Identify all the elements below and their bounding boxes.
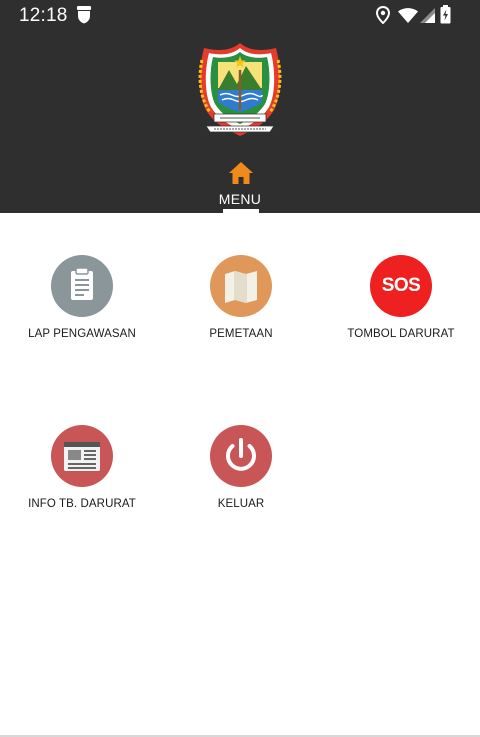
clipboard-icon (51, 255, 113, 317)
home-icon[interactable] (229, 162, 253, 184)
menu-item-label: TOMBOL DARURAT (347, 328, 455, 340)
menu-item-info-tb-darurat[interactable]: INFO TB. DARURAT (2, 425, 162, 535)
menu-item-lap-pengawasan[interactable]: LAP PENGAWASAN (2, 255, 162, 365)
battery-icon (440, 5, 451, 24)
tab-menu[interactable]: MENU (0, 191, 480, 207)
newspaper-icon (51, 425, 113, 487)
wifi-icon (398, 8, 418, 23)
jawa-tengah-emblem-icon (198, 43, 282, 136)
tab-indicator (223, 209, 259, 213)
signal-icon (420, 8, 435, 23)
app-header: 12:18 MENU (0, 0, 480, 213)
menu-item-label: KELUAR (217, 498, 265, 510)
map-icon (210, 255, 272, 317)
power-icon (210, 425, 272, 487)
status-icons (374, 5, 464, 25)
menu-item-label: PEMETAAN (209, 328, 273, 340)
notification-shield-icon (77, 6, 91, 24)
sos-icon-text: SOS (381, 275, 421, 296)
status-bar: 12:18 (0, 0, 480, 30)
sos-icon: SOS (370, 255, 432, 317)
menu-item-label: LAP PENGAWASAN (28, 328, 136, 340)
location-icon (376, 6, 390, 24)
menu-item-pemetaan[interactable]: PEMETAAN (161, 255, 321, 365)
menu-item-keluar[interactable]: KELUAR (161, 425, 321, 535)
menu-item-label: INFO TB. DARURAT (28, 498, 136, 510)
status-time: 12:18 (19, 5, 68, 26)
menu-item-tombol-darurat[interactable]: SOS TOMBOL DARURAT (321, 255, 480, 365)
